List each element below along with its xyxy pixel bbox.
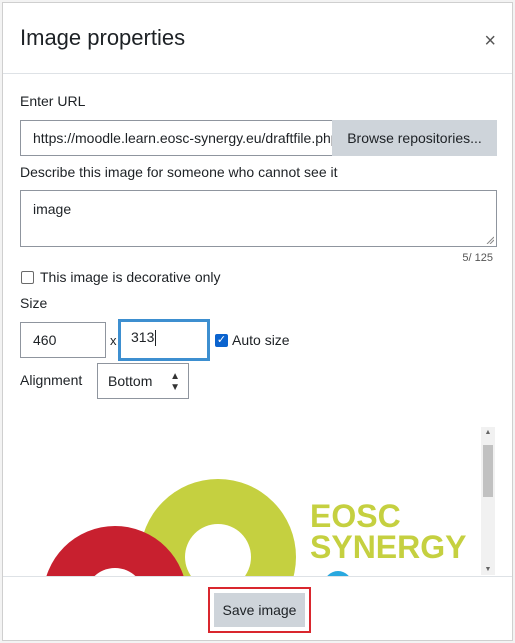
browse-repositories-button[interactable]: Browse repositories... (332, 120, 497, 156)
alt-text-textarea[interactable]: image (20, 190, 497, 247)
preview-scrollbar[interactable]: ▲ ▼ (481, 427, 495, 575)
alignment-label: Alignment (20, 372, 83, 388)
alt-text-counter: 5/ 125 (462, 252, 493, 264)
image-preview: EOSC SYNERGY (20, 423, 497, 576)
autosize-label: Auto size (232, 332, 290, 348)
scroll-up-icon[interactable]: ▲ (481, 429, 495, 436)
scrollbar-thumb[interactable] (483, 445, 493, 497)
dialog-header: Image properties × (3, 3, 512, 74)
alignment-value: Bottom (108, 373, 153, 389)
decorative-label: This image is decorative only (40, 269, 221, 285)
dialog-footer: Save image (3, 576, 512, 642)
text-cursor (155, 330, 157, 347)
decorative-checkbox[interactable] (21, 271, 34, 284)
autosize-checkbox[interactable]: ✓ (215, 334, 228, 347)
url-input-group: https://moodle.learn.eosc-synergy.eu/dra… (20, 120, 497, 156)
resize-grip-icon[interactable] (486, 236, 494, 244)
image-properties-dialog: Image properties × Enter URL https://moo… (2, 2, 513, 641)
save-image-button[interactable]: Save image (214, 593, 305, 627)
scroll-down-icon[interactable]: ▼ (481, 566, 495, 573)
height-input[interactable]: 313 (118, 319, 210, 361)
width-input[interactable]: 460 (20, 322, 106, 358)
alt-text-label: Describe this image for someone who cann… (20, 164, 338, 180)
url-input[interactable]: https://moodle.learn.eosc-synergy.eu/dra… (20, 120, 332, 156)
select-arrows-icon: ▲ ▼ (170, 371, 180, 393)
eosc-synergy-logo: EOSC SYNERGY (46, 479, 466, 576)
alt-text-value: image (33, 201, 72, 217)
times-symbol: x (110, 333, 117, 348)
save-button-highlight: Save image (208, 587, 311, 633)
alignment-select[interactable]: Bottom ▲ ▼ (97, 363, 189, 399)
height-value: 313 (131, 329, 155, 345)
size-label: Size (20, 295, 48, 311)
close-icon[interactable]: × (484, 31, 496, 51)
url-label: Enter URL (20, 93, 86, 109)
logo-text-synergy: SYNERGY (310, 529, 466, 565)
dialog-title: Image properties (20, 25, 186, 50)
